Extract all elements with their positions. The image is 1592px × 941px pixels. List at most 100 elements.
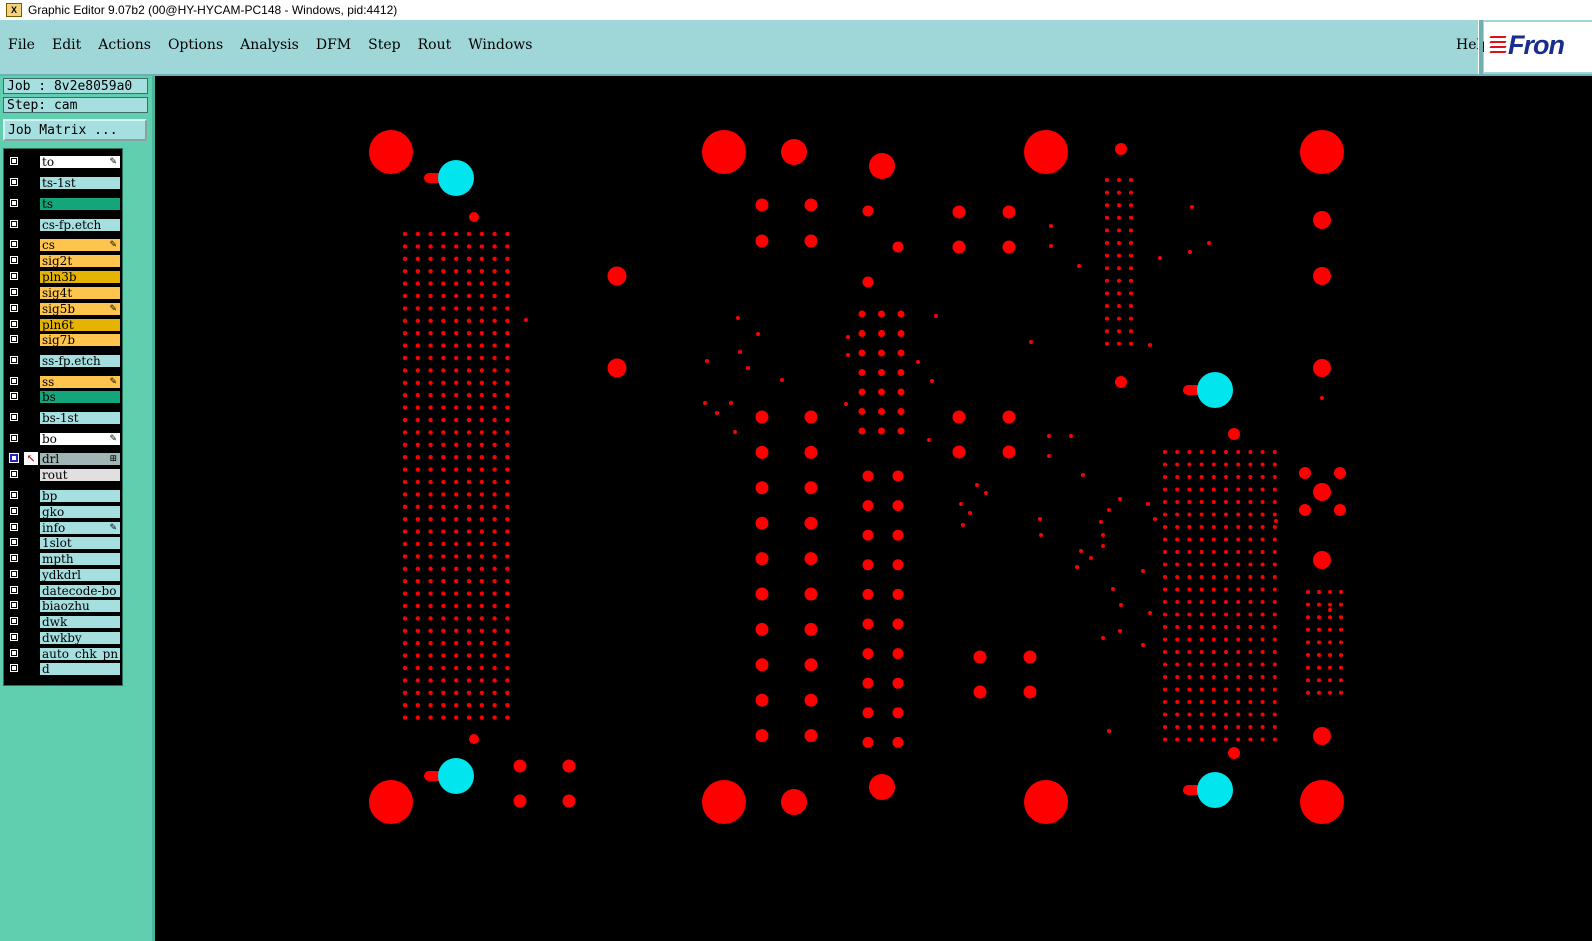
layer-row-d[interactable]: d <box>4 662 122 676</box>
menu-step[interactable]: Step <box>367 37 401 53</box>
layer-name[interactable]: biaozhu <box>39 599 121 613</box>
layer-row-bp[interactable]: bp <box>4 489 122 503</box>
layer-name[interactable]: to ✎ <box>39 155 121 169</box>
layer-name[interactable]: bs <box>39 390 121 404</box>
layer-checkbox[interactable] <box>9 506 19 516</box>
graphic-canvas[interactable] <box>155 76 1592 941</box>
layer-checkbox[interactable] <box>9 522 19 532</box>
layer-name[interactable]: cs ✎ <box>39 238 121 252</box>
layer-row-ts-1st[interactable]: ts-1st <box>4 176 122 190</box>
layer-row-drl[interactable]: ↖ drl ⊞ <box>4 452 122 466</box>
layer-name[interactable]: d <box>39 662 121 676</box>
layer-row-cs[interactable]: cs ✎ <box>4 238 122 252</box>
layer-name[interactable]: gko <box>39 505 121 519</box>
layer-checkbox[interactable] <box>9 537 19 547</box>
menu-actions[interactable]: Actions <box>97 37 152 53</box>
layer-name[interactable]: cs-fp.etch <box>39 218 121 232</box>
layer-row-info[interactable]: info ✎ <box>4 521 122 535</box>
layer-name[interactable]: auto_chk_pn <box>39 647 121 661</box>
layer-name[interactable]: ss-fp.etch <box>39 354 121 368</box>
menu-analysis[interactable]: Analysis <box>239 37 300 53</box>
layer-name[interactable]: sig7b <box>39 333 121 347</box>
layer-name[interactable]: ts <box>39 197 121 211</box>
layer-row-sig2t[interactable]: sig2t <box>4 254 122 268</box>
layer-name[interactable]: drl ⊞ <box>39 452 121 466</box>
layer-row-biaozhu[interactable]: biaozhu <box>4 599 122 613</box>
layer-checkbox[interactable] <box>9 287 19 297</box>
layer-checkbox[interactable] <box>9 600 19 610</box>
layer-checkbox[interactable] <box>9 271 19 281</box>
layer-checkbox[interactable] <box>9 469 19 479</box>
menu-dfm[interactable]: DFM <box>315 37 352 53</box>
layer-row-ss-fp.etch[interactable]: ss-fp.etch <box>4 354 122 368</box>
layer-name[interactable]: bs-1st <box>39 411 121 425</box>
layer-checkbox[interactable] <box>9 391 19 401</box>
layer-name[interactable]: sig4t <box>39 286 121 300</box>
layer-name[interactable]: dwkby <box>39 631 121 645</box>
menu-edit[interactable]: Edit <box>51 37 82 53</box>
layer-checkbox[interactable] <box>9 632 19 642</box>
layer-row-datecode-bo[interactable]: datecode-bo <box>4 584 122 598</box>
layer-name[interactable]: info ✎ <box>39 521 121 535</box>
layer-row-bs-1st[interactable]: bs-1st <box>4 411 122 425</box>
layer-name[interactable]: sig2t <box>39 254 121 268</box>
layer-checkbox[interactable] <box>9 303 19 313</box>
menu-options[interactable]: Options <box>167 37 224 53</box>
layer-checkbox[interactable] <box>9 198 19 208</box>
layer-checkbox[interactable] <box>9 319 19 329</box>
layer-name[interactable]: bo ✎ <box>39 432 121 446</box>
layer-checkbox[interactable] <box>9 553 19 563</box>
layer-row-pln6t[interactable]: pln6t <box>4 318 122 332</box>
layer-checkbox[interactable] <box>9 433 19 443</box>
layer-checkbox[interactable] <box>9 616 19 626</box>
layer-name[interactable]: dwk <box>39 615 121 629</box>
layer-name[interactable]: pln6t <box>39 318 121 332</box>
layer-row-bo[interactable]: bo ✎ <box>4 432 122 446</box>
layer-checkbox[interactable] <box>9 490 19 500</box>
layer-row-1slot[interactable]: 1slot <box>4 536 122 550</box>
layer-name[interactable]: ss ✎ <box>39 375 121 389</box>
layer-row-bs[interactable]: bs <box>4 390 122 404</box>
layer-checkbox[interactable] <box>9 219 19 229</box>
layer-checkbox[interactable] <box>9 569 19 579</box>
menu-windows[interactable]: Windows <box>467 37 533 53</box>
layer-checkbox[interactable] <box>9 648 19 658</box>
layer-name[interactable]: ydkdrl <box>39 568 121 582</box>
layer-name[interactable]: bp <box>39 489 121 503</box>
layer-checkbox[interactable] <box>9 177 19 187</box>
layer-row-ydkdrl[interactable]: ydkdrl <box>4 568 122 582</box>
layer-checkbox[interactable] <box>9 663 19 673</box>
layer-row-mpth[interactable]: mpth <box>4 552 122 566</box>
layer-checkbox[interactable] <box>9 376 19 386</box>
layer-row-sig4t[interactable]: sig4t <box>4 286 122 300</box>
job-matrix-button[interactable]: Job Matrix ... <box>3 119 147 141</box>
layer-row-dwkby[interactable]: dwkby <box>4 631 122 645</box>
layer-row-rout[interactable]: rout <box>4 468 122 482</box>
layer-checkbox[interactable] <box>9 355 19 365</box>
layer-row-sig7b[interactable]: sig7b <box>4 333 122 347</box>
layer-name[interactable]: sig5b ✎ <box>39 302 121 316</box>
layer-row-dwk[interactable]: dwk <box>4 615 122 629</box>
layer-checkbox[interactable] <box>9 585 19 595</box>
layer-row-to[interactable]: to ✎ <box>4 155 122 169</box>
layer-name[interactable]: datecode-bo <box>39 584 121 598</box>
layer-row-ts[interactable]: ts <box>4 197 122 211</box>
layer-checkbox[interactable] <box>9 239 19 249</box>
layer-row-ss[interactable]: ss ✎ <box>4 375 122 389</box>
layer-checkbox[interactable] <box>9 453 19 463</box>
layer-checkbox[interactable] <box>9 255 19 265</box>
layer-row-sig5b[interactable]: sig5b ✎ <box>4 302 122 316</box>
layer-checkbox[interactable] <box>9 412 19 422</box>
layer-name[interactable]: rout <box>39 468 121 482</box>
layer-name[interactable]: ts-1st <box>39 176 121 190</box>
layer-row-pln3b[interactable]: pln3b <box>4 270 122 284</box>
menu-rout[interactable]: Rout <box>417 37 453 53</box>
layer-name[interactable]: pln3b <box>39 270 121 284</box>
layer-checkbox[interactable] <box>9 334 19 344</box>
menu-file[interactable]: File <box>7 37 36 53</box>
layer-row-auto_chk_pn[interactable]: auto_chk_pn <box>4 647 122 661</box>
layer-name[interactable]: mpth <box>39 552 121 566</box>
layer-row-gko[interactable]: gko <box>4 505 122 519</box>
layer-row-cs-fp.etch[interactable]: cs-fp.etch <box>4 218 122 232</box>
layer-name[interactable]: 1slot <box>39 536 121 550</box>
